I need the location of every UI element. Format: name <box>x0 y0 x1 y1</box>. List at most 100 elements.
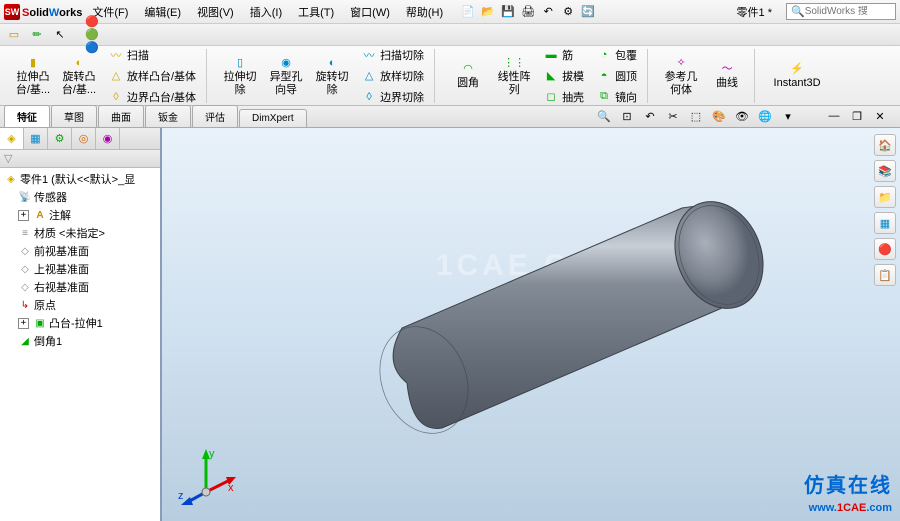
tb-arrow[interactable]: ↖ <box>50 26 70 44</box>
tab-sheetmetal[interactable]: 钣金 <box>145 105 191 127</box>
tab-features[interactable]: 特征 <box>4 105 50 127</box>
win-min-button[interactable]: — <box>824 107 844 125</box>
rib-button[interactable]: ▬筋 <box>539 45 588 65</box>
win-close-button[interactable]: ✕ <box>870 107 890 125</box>
tab-evaluate[interactable]: 评估 <box>192 105 238 127</box>
tree-extrude1[interactable]: +▣凸台-拉伸1 <box>16 314 158 332</box>
custom-props-tab[interactable]: 📋 <box>874 264 896 286</box>
revolve-boss-button[interactable]: ◐旋转凸 台/基... <box>58 51 100 101</box>
appearances-tab[interactable]: 🔴 <box>874 238 896 260</box>
ribbon-group-boss: ▮拉伸凸 台/基... ◐旋转凸 台/基... 〰扫描 △放样凸台/基体 ◊边界… <box>6 49 207 103</box>
tree-annotations[interactable]: +A注解 <box>16 206 158 224</box>
curves-button[interactable]: 〜曲线 <box>706 51 748 101</box>
qat-rebuild[interactable]: 🔄 <box>579 3 597 21</box>
orientation-triad[interactable]: y x z <box>176 447 236 507</box>
expand-icon[interactable]: + <box>18 210 29 221</box>
tree-front-plane[interactable]: ◇前视基准面 <box>16 242 158 260</box>
tree-sensors[interactable]: 📡传感器 <box>16 188 158 206</box>
tree-material[interactable]: ≡材质 <未指定> <box>16 224 158 242</box>
hide-show-button[interactable]: 👁 <box>732 107 752 125</box>
qat-save[interactable]: 💾 <box>499 3 517 21</box>
filter-bar[interactable]: ▽ <box>0 150 160 168</box>
extrude-boss-button[interactable]: ▮拉伸凸 台/基... <box>12 51 54 101</box>
badge-title: 仿真在线 <box>804 474 892 498</box>
section-view-button[interactable]: ✂ <box>663 107 683 125</box>
boundary-cut-button[interactable]: ◊边界切除 <box>357 87 428 107</box>
loft-cut-button[interactable]: △放样切除 <box>357 66 428 86</box>
resources-tab[interactable]: 🏠 <box>874 134 896 156</box>
wrap-button[interactable]: ◔包覆 <box>592 45 641 65</box>
menu-edit[interactable]: 编辑(E) <box>140 2 185 22</box>
fillet-button[interactable]: ◠圆角 <box>447 51 489 101</box>
sweep-boss-button[interactable]: 〰扫描 <box>104 45 200 65</box>
secondary-toolbar: ▭ ✏ ↖ 🔴🟢🔵 <box>0 24 900 46</box>
view-orientation-button[interactable]: ⬚ <box>686 107 706 125</box>
boundary-boss-button[interactable]: ◊边界凸台/基体 <box>104 87 200 107</box>
dimxpert-manager-tab[interactable]: ◎ <box>72 128 96 149</box>
loft-icon: △ <box>108 68 124 84</box>
menu-insert[interactable]: 插入(I) <box>246 2 286 22</box>
sweep-cut-button[interactable]: 〰扫描切除 <box>357 45 428 65</box>
loft-boss-button[interactable]: △放样凸台/基体 <box>104 66 200 86</box>
qat-new[interactable]: 📄 <box>459 3 477 21</box>
tab-sketch[interactable]: 草图 <box>51 105 97 127</box>
expand-icon[interactable]: + <box>18 318 29 329</box>
tree-top-plane[interactable]: ◇上视基准面 <box>16 260 158 278</box>
instant3d-button[interactable]: ⚡Instant3D <box>767 51 827 101</box>
zoom-fit-button[interactable]: 🔍 <box>594 107 614 125</box>
tree-origin[interactable]: ↳原点 <box>16 296 158 314</box>
search-input[interactable] <box>805 6 885 17</box>
tab-dimxpert[interactable]: DimXpert <box>239 109 307 127</box>
extrude-cut-button[interactable]: ▯拉伸切 除 <box>219 51 261 101</box>
reference-geometry-button[interactable]: ✧参考几 何体 <box>660 51 702 101</box>
part-icon: ◈ <box>4 172 18 186</box>
apply-scene-button[interactable]: 🌐 <box>755 107 775 125</box>
win-restore-button[interactable]: ❐ <box>847 107 867 125</box>
config-manager-tab[interactable]: ⚙ <box>48 128 72 149</box>
open-icon: 📂 <box>481 5 495 18</box>
qat-options[interactable]: ⚙ <box>559 3 577 21</box>
qat-print[interactable]: 🖨 <box>519 3 537 21</box>
feature-manager-tab[interactable]: ◈ <box>0 128 24 149</box>
viewset-icon: ▾ <box>785 110 791 123</box>
qat-open[interactable]: 📂 <box>479 3 497 21</box>
props-icon: 📋 <box>878 269 892 282</box>
revolve-cut-button[interactable]: ◐旋转切 除 <box>311 51 353 101</box>
draft-button[interactable]: ◣拔模 <box>539 66 588 86</box>
display-style-button[interactable]: 🎨 <box>709 107 729 125</box>
sketch-icon: ✏ <box>32 28 41 41</box>
sweepcut-icon: 〰 <box>361 47 377 63</box>
zoom-area-button[interactable]: ⊡ <box>617 107 637 125</box>
menu-window[interactable]: 窗口(W) <box>346 2 394 22</box>
tree-right-plane[interactable]: ◇右视基准面 <box>16 278 158 296</box>
property-manager-tab[interactable]: ▦ <box>24 128 48 149</box>
display-manager-tab[interactable]: ◉ <box>96 128 120 149</box>
graphics-viewport[interactable]: 1CAE.COM <box>162 128 900 521</box>
model-cylinder[interactable] <box>342 188 782 438</box>
shell-icon: ◻ <box>543 89 559 105</box>
tb-appearance[interactable]: 🔴🟢🔵 <box>84 26 104 44</box>
menu-view[interactable]: 视图(V) <box>193 2 238 22</box>
menu-help[interactable]: 帮助(H) <box>402 2 447 22</box>
search-box[interactable]: 🔍 <box>786 3 896 20</box>
linear-pattern-button[interactable]: ⋮⋮线性阵 列 <box>493 51 535 101</box>
design-library-tab[interactable]: 📚 <box>874 160 896 182</box>
tab-surfaces[interactable]: 曲面 <box>98 105 144 127</box>
file-explorer-tab[interactable]: 📁 <box>874 186 896 208</box>
tree-root[interactable]: ◈零件1 (默认<<默认>_显 <box>2 170 158 188</box>
previous-view-button[interactable]: ↶ <box>640 107 660 125</box>
tree-chamfer1[interactable]: ◢倒角1 <box>16 332 158 350</box>
tb-sketch[interactable]: ✏ <box>27 26 47 44</box>
qat-undo[interactable]: ↶ <box>539 3 557 21</box>
tb-select[interactable]: ▭ <box>4 26 24 44</box>
plane-icon: ◇ <box>18 244 32 258</box>
dome-button[interactable]: ◓圆顶 <box>592 66 641 86</box>
menu-tools[interactable]: 工具(T) <box>294 2 338 22</box>
hole-wizard-button[interactable]: ◉异型孔 向导 <box>265 51 307 101</box>
mirror-button[interactable]: ⧉镜向 <box>592 87 641 107</box>
ribbon-group-cut: ▯拉伸切 除 ◉异型孔 向导 ◐旋转切 除 〰扫描切除 △放样切除 ◊边界切除 <box>213 49 435 103</box>
shell-button[interactable]: ◻抽壳 <box>539 87 588 107</box>
print-icon: 🖨 <box>521 5 535 18</box>
view-palette-tab[interactable]: ▦ <box>874 212 896 234</box>
view-settings-button[interactable]: ▾ <box>778 107 798 125</box>
